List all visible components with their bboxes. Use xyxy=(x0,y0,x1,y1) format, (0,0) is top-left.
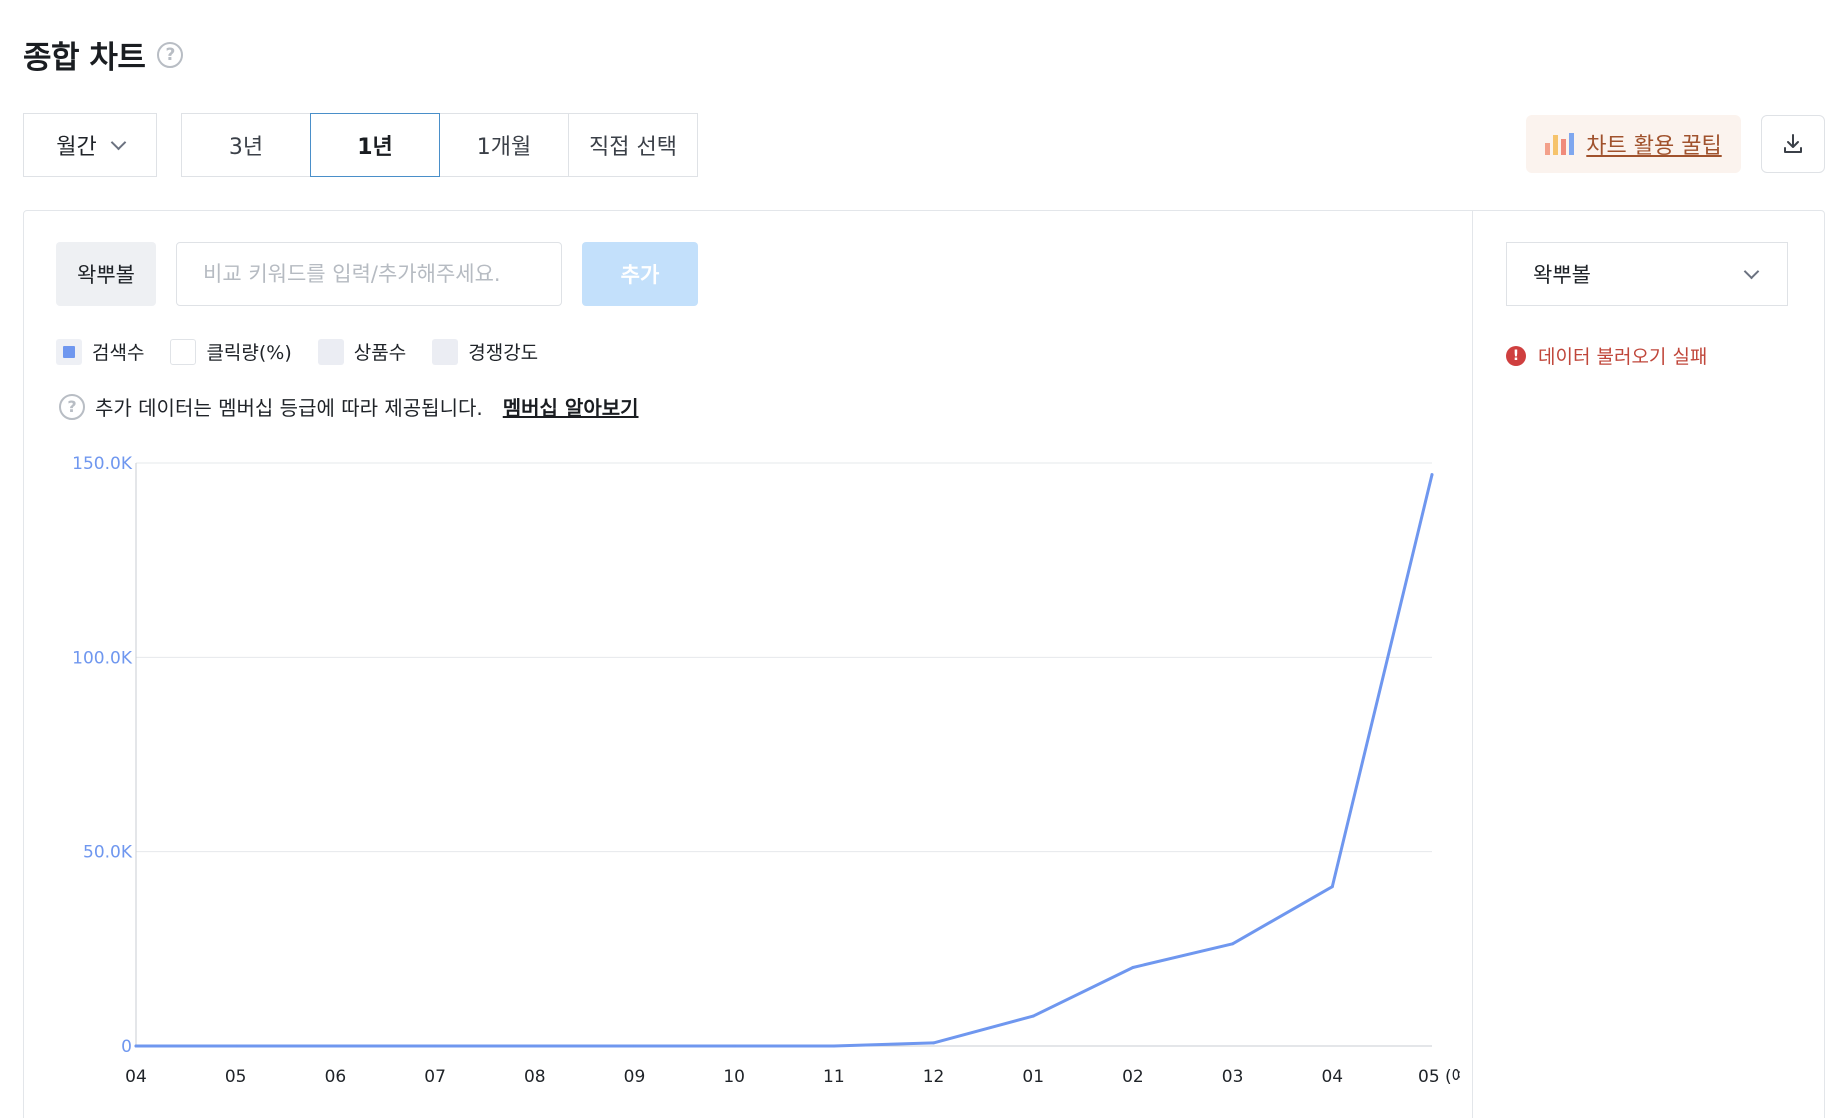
y-tick-label: 50.0K xyxy=(83,843,133,863)
chevron-down-icon xyxy=(110,134,127,150)
title-row: 종합 차트 ? xyxy=(23,32,184,77)
data-point xyxy=(333,1044,337,1048)
error-message: ! 데이터 불러오기 실패 xyxy=(1506,342,1707,369)
legend-item-click[interactable]: 클릭량(%) xyxy=(170,338,292,365)
data-point xyxy=(732,1044,736,1048)
period-select-value: 월간 xyxy=(56,135,97,160)
search-volume-chart: 0 50.0K 100.0K 150.0K 04 05 06 07 08 09 10 11 12 01 02… xyxy=(72,454,1460,1087)
chart-tip-label: 차트 활용 꿀팁 xyxy=(1586,134,1722,159)
y-tick-label: 150.0K xyxy=(72,454,133,474)
x-tick-label: 12 xyxy=(923,1067,945,1087)
error-text: 데이터 불러오기 실패 xyxy=(1538,346,1708,368)
x-tick-label: 07 xyxy=(424,1067,446,1087)
checkbox-disabled-icon xyxy=(317,338,344,365)
legend-item-search[interactable]: 검색수 xyxy=(56,338,144,365)
notice-text: 추가 데이터는 멤버십 등급에 따라 제공됩니다. xyxy=(95,396,483,420)
checkbox-disabled-icon xyxy=(432,338,459,365)
y-tick-label: 100.0K xyxy=(72,648,133,668)
legend-item-products[interactable]: 상품수 xyxy=(317,338,407,365)
keyword-chip[interactable]: 왁뿌볼 xyxy=(56,242,156,306)
legend-label: 검색수 xyxy=(92,342,145,364)
x-tick-label: 11 xyxy=(823,1067,845,1087)
x-tick-label: 02 xyxy=(1122,1067,1144,1087)
membership-link[interactable]: 멤버십 알아보기 xyxy=(503,392,639,421)
range-tab-3y[interactable]: 3년 xyxy=(181,113,311,177)
page-title: 종합 차트 xyxy=(23,40,146,76)
error-icon: ! xyxy=(1506,345,1526,366)
x-tick-label: 09 xyxy=(624,1067,646,1087)
x-tick-label: 01 xyxy=(1022,1067,1044,1087)
data-point xyxy=(134,1044,138,1048)
compare-keyword-input[interactable] xyxy=(176,242,562,306)
series-line-search xyxy=(134,473,1434,1048)
data-point xyxy=(1031,1014,1035,1018)
range-tabs: 3년 1년 1개월 직접 선택 xyxy=(181,113,698,177)
legend-label: 경쟁강도 xyxy=(468,342,539,364)
legend-item-competition[interactable]: 경쟁강도 xyxy=(432,338,538,365)
data-point xyxy=(234,1044,238,1048)
checkbox-empty-icon xyxy=(170,338,197,365)
chevron-down-icon xyxy=(1743,263,1760,279)
x-tick-label: 04 xyxy=(1321,1067,1343,1087)
chart-tip-button[interactable]: 차트 활용 꿀팁 xyxy=(1526,115,1741,173)
checkbox-checked-icon xyxy=(56,338,82,365)
data-point xyxy=(1430,473,1434,477)
chart-legend: 검색수 클릭량(%) 상품수 경쟁강도 xyxy=(56,338,564,365)
x-tick-label: 08 xyxy=(524,1067,546,1087)
add-keyword-button[interactable]: 추가 xyxy=(582,242,698,306)
legend-label: 클릭량(%) xyxy=(206,342,292,364)
data-point xyxy=(1330,885,1334,889)
x-tick-label: 06 xyxy=(325,1067,347,1087)
bar-chart-icon xyxy=(1545,133,1575,155)
x-tick-label: 05 xyxy=(225,1067,247,1087)
data-point xyxy=(533,1044,537,1048)
x-tick-label: 05 (예측) xyxy=(1418,1067,1460,1087)
data-point xyxy=(832,1044,836,1048)
data-point xyxy=(932,1041,936,1045)
data-point xyxy=(632,1044,636,1048)
range-tab-1m[interactable]: 1개월 xyxy=(439,113,569,177)
side-keyword-value: 왁뿌볼 xyxy=(1533,263,1591,287)
period-select[interactable]: 월간 xyxy=(23,113,157,177)
data-point xyxy=(1131,965,1135,969)
download-icon xyxy=(1784,134,1802,153)
help-icon[interactable]: ? xyxy=(157,41,184,68)
legend-label: 상품수 xyxy=(353,342,407,364)
download-button[interactable] xyxy=(1761,115,1825,173)
membership-notice: ? 추가 데이터는 멤버십 등급에 따라 제공됩니다. 멤버십 알아보기 xyxy=(59,392,639,421)
range-tab-custom[interactable]: 직접 선택 xyxy=(568,113,698,177)
data-point xyxy=(1231,942,1235,946)
x-tick-label: 10 xyxy=(723,1067,745,1087)
range-tab-1y[interactable]: 1년 xyxy=(310,113,440,177)
y-tick-label: 0 xyxy=(121,1037,132,1057)
x-tick-label: 03 xyxy=(1222,1067,1244,1087)
x-tick-label: 04 xyxy=(125,1067,147,1087)
data-point xyxy=(433,1044,437,1048)
help-icon: ? xyxy=(59,393,85,420)
panel-divider xyxy=(1472,211,1473,1118)
side-keyword-select[interactable]: 왁뿌볼 xyxy=(1506,242,1788,306)
